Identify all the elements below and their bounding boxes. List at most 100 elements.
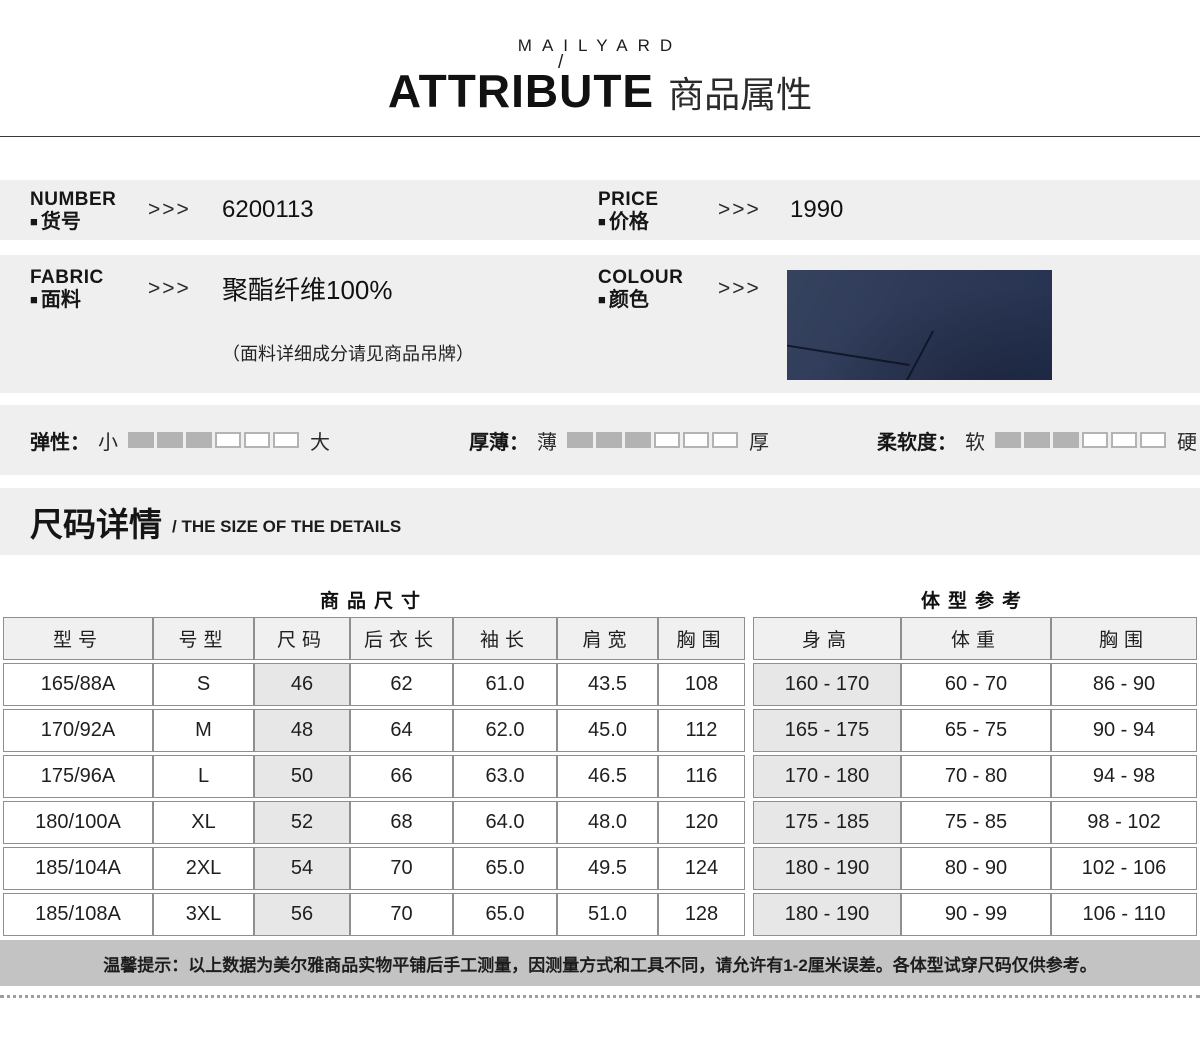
table-cell: 70 - 80 xyxy=(901,755,1051,798)
table-cell: 70 xyxy=(350,847,453,890)
scale-blocks xyxy=(995,431,1169,449)
fabric-colour-section: FABRIC ■ 面料 >>> 聚酯纤维100% （面料详细成分请见商品吊牌） C… xyxy=(0,255,1200,393)
table-row: 175 - 185 75 - 85 98 - 102 xyxy=(753,801,1197,844)
colour-label-en: COLOUR xyxy=(598,267,684,288)
table-cell: 75 - 85 xyxy=(901,801,1051,844)
product-attribute-page: MAILYARD / ATTRIBUTE 商品属性 NUMBER ■ 货号 >>> … xyxy=(0,0,1200,1038)
arrows-icon: >>> xyxy=(718,198,761,221)
scale-block-empty xyxy=(273,431,299,448)
colour-label: COLOUR ■ 颜色 xyxy=(598,267,683,312)
table-cell: 50 xyxy=(254,755,350,798)
table-cell: 51.0 xyxy=(557,893,658,936)
table-cell: 61.0 xyxy=(453,663,557,706)
table-row: 185/108A 3XL 56 70 65.0 51.0 128 xyxy=(3,893,745,936)
arrows-icon: >>> xyxy=(148,198,191,221)
table-cell: 180 - 190 xyxy=(753,847,901,890)
scale-block-filled xyxy=(128,431,154,448)
fabric-scales-section: 弹性： 小 大 厚薄： 薄 厚 柔软度： 软 硬 xyxy=(0,405,1200,475)
scale-block-filled xyxy=(157,431,183,448)
fabric-value: 聚酯纤维100% xyxy=(222,275,393,305)
table-row: 170 - 180 70 - 80 94 - 98 xyxy=(753,755,1197,798)
table-cell: 170 - 180 xyxy=(753,755,901,798)
scale-block-empty xyxy=(1082,431,1108,448)
table-cell: 112 xyxy=(658,709,745,752)
table-cell: 128 xyxy=(658,893,745,936)
table-cell: 48 xyxy=(254,709,350,752)
table-cell: 86 - 90 xyxy=(1051,663,1197,706)
table-cell: 90 - 94 xyxy=(1051,709,1197,752)
table-cell: 102 - 106 xyxy=(1051,847,1197,890)
table-row: 180 - 190 80 - 90 102 - 106 xyxy=(753,847,1197,890)
table-cell: 106 - 110 xyxy=(1051,893,1197,936)
column-header: 身高 xyxy=(753,617,901,660)
scale-block-filled xyxy=(1053,431,1079,448)
page-title-zh: 商品属性 xyxy=(668,74,813,115)
table-cell: 60 - 70 xyxy=(901,663,1051,706)
arrows-icon: >>> xyxy=(148,277,191,300)
number-value: 6200113 xyxy=(222,196,314,223)
table-cell: 62.0 xyxy=(453,709,557,752)
table-cell: 64.0 xyxy=(453,801,557,844)
table-cell: M xyxy=(153,709,254,752)
number-label-en: NUMBER xyxy=(30,189,117,210)
table-row: 180/100A XL 52 68 64.0 48.0 120 xyxy=(3,801,745,844)
table-cell: 108 xyxy=(658,663,745,706)
number-label-zh: 货号 xyxy=(40,210,81,233)
table-cell: 63.0 xyxy=(453,755,557,798)
scale-max-label: 厚 xyxy=(749,431,769,454)
number-label: NUMBER ■ 货号 xyxy=(30,189,116,234)
square-bullet-icon: ■ xyxy=(30,213,38,229)
table-titles: 商品尺寸 体型参考 xyxy=(3,586,1197,613)
brand-name: MAILYARD xyxy=(517,36,683,55)
table-cell: 48.0 xyxy=(557,801,658,844)
table-cell: 94 - 98 xyxy=(1051,755,1197,798)
thickness-scale: 厚薄： 薄 厚 xyxy=(469,405,769,475)
table-cell: 62 xyxy=(350,663,453,706)
elasticity-scale: 弹性： 小 大 xyxy=(30,405,330,475)
table-row: 180 - 190 90 - 99 106 - 110 xyxy=(753,893,1197,936)
scale-min-label: 薄 xyxy=(537,431,557,454)
table-cell: 54 xyxy=(254,847,350,890)
table-cell: 3XL xyxy=(153,893,254,936)
column-header: 体重 xyxy=(901,617,1051,660)
table-cell: 185/108A xyxy=(3,893,153,936)
scale-label: 厚薄： xyxy=(469,431,529,454)
dotted-divider xyxy=(0,995,1200,998)
table-cell: 56 xyxy=(254,893,350,936)
header-divider xyxy=(0,136,1200,137)
table-cell: 64 xyxy=(350,709,453,752)
table-cell: 185/104A xyxy=(3,847,153,890)
price-label-en: PRICE xyxy=(598,189,659,210)
column-header: 后衣长 xyxy=(350,617,453,660)
scale-block-empty xyxy=(712,431,738,448)
number-price-section: NUMBER ■ 货号 >>> 6200113 PRICE ■ 价格 >>> 199… xyxy=(0,180,1200,240)
table-cell: 68 xyxy=(350,801,453,844)
scale-max-label: 硬 xyxy=(1177,431,1197,454)
size-details-title-en: / THE SIZE OF THE DETAILS xyxy=(172,516,402,536)
body-reference-title: 体型参考 xyxy=(920,591,1029,612)
column-header: 号型 xyxy=(153,617,254,660)
measurement-note-bar: 温馨提示：以上数据为美尔雅商品实物平铺后手工测量，因测量方式和工具不同，请允许有… xyxy=(0,940,1200,986)
table-row: 165/88A S 46 62 61.0 43.5 108 xyxy=(3,663,745,706)
column-header: 型号 xyxy=(3,617,153,660)
scale-block-filled xyxy=(625,431,651,448)
scale-block-empty xyxy=(1111,431,1137,448)
square-bullet-icon: ■ xyxy=(598,291,606,307)
table-cell: 46 xyxy=(254,663,350,706)
table-cell: 116 xyxy=(658,755,745,798)
fabric-note: （面料详细成分请见商品吊牌） xyxy=(222,344,474,364)
table-cell: 98 - 102 xyxy=(1051,801,1197,844)
table-row: 160 - 170 60 - 70 86 - 90 xyxy=(753,663,1197,706)
table-cell: L xyxy=(153,755,254,798)
table-cell: 80 - 90 xyxy=(901,847,1051,890)
table-cell: 160 - 170 xyxy=(753,663,901,706)
colour-label-zh: 颜色 xyxy=(608,288,649,311)
scale-block-empty xyxy=(215,431,241,448)
square-bullet-icon: ■ xyxy=(598,213,606,229)
scale-block-filled xyxy=(567,431,593,448)
column-header: 胸围 xyxy=(658,617,745,660)
price-value: 1990 xyxy=(790,196,844,223)
page-title: ATTRIBUTE 商品属性 xyxy=(0,64,1200,118)
table-cell: 65.0 xyxy=(453,847,557,890)
table-cell: 120 xyxy=(658,801,745,844)
